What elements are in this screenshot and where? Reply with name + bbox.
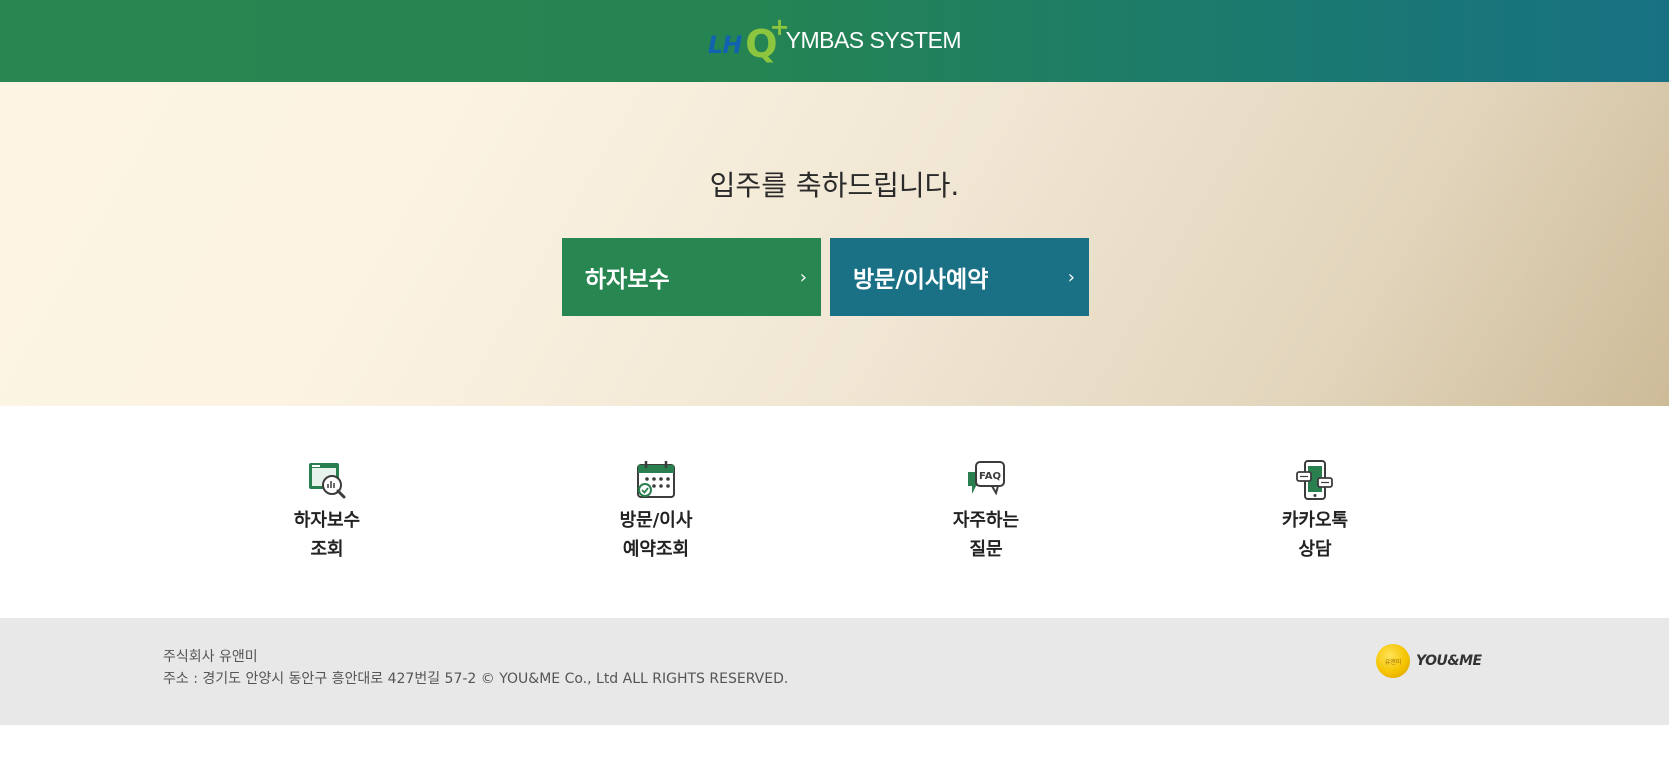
welcome-title: 입주를 축하드립니다. — [709, 169, 960, 202]
logo-lh: LH — [707, 31, 742, 59]
quick-link-defect-lookup[interactable]: 하자보수 조회 — [237, 458, 417, 564]
defect-search-icon — [309, 463, 346, 499]
defect-repair-button[interactable]: 하자보수 › — [562, 238, 821, 316]
quick-link-label: 하자보수 — [293, 510, 361, 531]
quick-link-label: 질문 — [969, 539, 1003, 560]
site-logo[interactable]: LH Q + YMBAS SYSTEM — [707, 13, 962, 66]
footer: 주식회사 유앤미 주소 : 경기도 안양시 동안구 흥안대로 427번길 57-… — [0, 618, 1669, 725]
youandme-logo: 유앤미 YOU&ME — [1376, 644, 1482, 678]
header-bar: LH Q + YMBAS SYSTEM — [0, 0, 1669, 82]
logo-plus: + — [769, 13, 790, 41]
footer-company: 주식회사 유앤미 — [163, 649, 258, 665]
hero-section: 입주를 축하드립니다. 하자보수 › 방문/이사예약 › — [0, 82, 1669, 406]
mobile-chat-icon — [1296, 460, 1333, 500]
quick-links: 하자보수 조회 방문/이사 예약조회 FAQ 자주하는 질문 카카오톡 상담 — [0, 406, 1669, 618]
quick-link-faq[interactable]: FAQ 자주하는 질문 — [896, 458, 1076, 564]
footer-address: 주소 : 경기도 안양시 동안구 흥안대로 427번길 57-2 © YOU&M… — [163, 671, 789, 687]
visit-move-reservation-label: 방문/이사예약 — [853, 267, 989, 293]
quick-link-label: 카카오톡 — [1281, 510, 1349, 531]
visit-move-reservation-button[interactable]: 방문/이사예약 › — [830, 238, 1089, 316]
footer-logo-text: YOU&ME — [1416, 653, 1482, 669]
quick-link-label: 방문/이사 — [619, 510, 693, 531]
calendar-icon — [637, 461, 675, 498]
chevron-right-icon: › — [799, 266, 807, 288]
logo-q: Q + — [745, 13, 790, 66]
quick-link-label: 상담 — [1298, 539, 1332, 560]
quick-link-label: 자주하는 — [952, 510, 1020, 531]
logo-system-text: YMBAS SYSTEM — [785, 27, 962, 53]
quick-link-label: 조회 — [310, 539, 344, 560]
quick-link-label: 예약조회 — [622, 539, 690, 560]
defect-repair-label: 하자보수 — [585, 267, 670, 293]
faq-icon: FAQ — [968, 461, 1005, 496]
chevron-right-icon: › — [1067, 266, 1075, 288]
coin-logo-icon: 유앤미 — [1376, 644, 1410, 678]
quick-link-reservation-lookup[interactable]: 방문/이사 예약조회 — [566, 458, 746, 564]
quick-link-kakaotalk[interactable]: 카카오톡 상담 — [1225, 458, 1405, 564]
svg-text:FAQ: FAQ — [979, 471, 1001, 482]
